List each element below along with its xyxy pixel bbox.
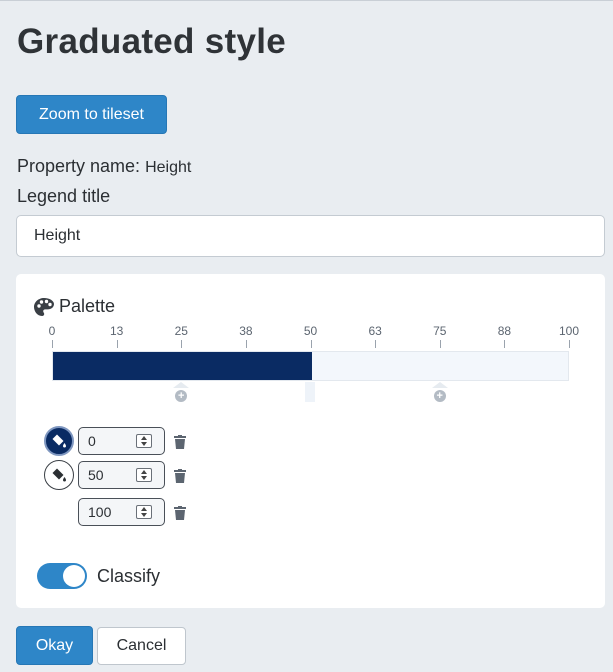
legend-title-input[interactable] [16,215,605,257]
plus-circle-icon: + [433,390,446,402]
okay-button[interactable]: Okay [16,626,93,665]
legend-title-label: Legend title [17,186,111,206]
color-stop-value: 100 [88,504,112,520]
palette-heading: Palette [33,296,115,317]
scale-tick-mark [181,340,183,348]
page-title: Graduated style [17,22,287,61]
property-name-value: Height [145,159,192,176]
palette-midpoint-marker [305,382,315,402]
color-stop-value-input[interactable]: 100 [78,498,165,526]
toggle-knob [63,565,85,587]
palette-bar-fill [53,352,312,380]
palette-bar[interactable] [52,351,569,381]
palette-scale: 0 13 25 38 50 63 75 88 100 [16,324,605,354]
classify-toggle[interactable] [37,563,87,589]
add-stop-handle[interactable]: + [173,382,190,402]
palette-panel: Palette 0 13 25 38 50 63 75 88 100 + + 0 [16,274,605,608]
stepper-control[interactable] [136,434,152,448]
scale-tick-label: 38 [239,324,253,338]
color-stop-value: 0 [88,433,96,449]
stepper-control[interactable] [136,468,152,482]
scale-tick-label: 63 [368,324,382,338]
color-stop-value-input[interactable]: 50 [78,461,165,489]
scale-tick-label: 88 [497,324,512,338]
color-stop-value-input[interactable]: 0 [78,427,165,455]
scale-tick-mark [439,340,441,348]
scale-tick-mark [52,340,53,348]
scale-tick-label: 100 [558,324,580,338]
scale-tick-mark [375,340,377,348]
classify-label: Classify [97,566,161,586]
paint-bucket-icon [52,434,66,448]
trash-icon[interactable] [174,435,186,449]
top-border [0,0,613,1]
palette-title: Palette [59,296,116,316]
color-stop-swatch[interactable] [44,460,74,490]
scale-tick-label: 0 [48,324,56,338]
trash-icon[interactable] [174,506,186,520]
cancel-button[interactable]: Cancel [97,627,186,665]
color-stop-swatch[interactable] [44,426,74,456]
scale-tick-mark [310,340,312,348]
scale-tick-label: 75 [433,324,447,338]
add-stop-handle[interactable]: + [431,382,448,402]
stepper-control[interactable] [136,505,152,519]
palette-icon [33,297,55,317]
property-name-label: Property name: [17,156,141,176]
scale-tick-mark [504,340,506,348]
scale-tick-mark [569,340,570,348]
scale-tick-label: 50 [303,324,318,338]
scale-tick-mark [245,340,247,348]
plus-circle-icon: + [175,390,188,402]
property-name: Property name: Height [17,156,191,177]
scale-tick-label: 25 [174,324,188,338]
scale-tick-mark [116,340,118,348]
trash-icon[interactable] [174,469,186,483]
zoom-to-tileset-button[interactable]: Zoom to tileset [16,95,167,134]
scale-tick-label: 13 [109,324,124,338]
paint-bucket-icon [52,468,66,482]
color-stop-value: 50 [88,467,104,483]
